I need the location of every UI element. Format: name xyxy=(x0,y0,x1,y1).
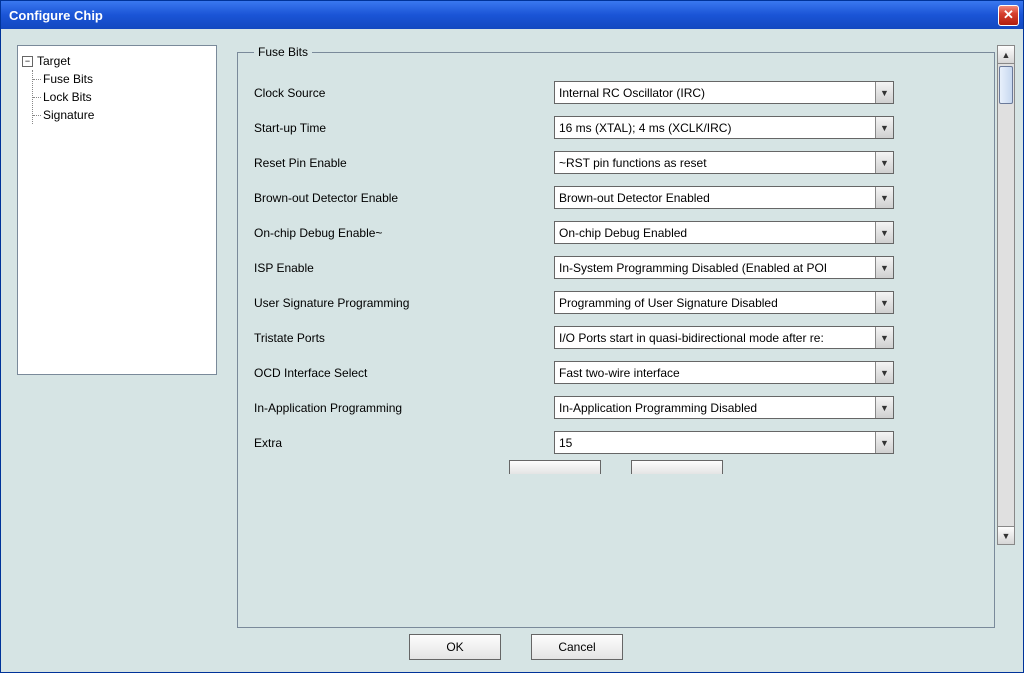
select-brownout[interactable]: Brown-out Detector Enabled ▼ xyxy=(554,186,894,209)
tree-item-fuse-bits[interactable]: Fuse Bits xyxy=(33,70,212,88)
scroll-thumb[interactable] xyxy=(999,66,1013,104)
select-clock-source[interactable]: Internal RC Oscillator (IRC) ▼ xyxy=(554,81,894,104)
tree-root[interactable]: − Target xyxy=(22,52,212,70)
label-onchip-debug: On-chip Debug Enable~ xyxy=(254,226,554,240)
chevron-down-icon: ▼ xyxy=(875,82,893,103)
select-value: In-System Programming Disabled (Enabled … xyxy=(559,261,827,275)
tree-item-signature[interactable]: Signature xyxy=(33,106,212,124)
scroll-down-button[interactable]: ▼ xyxy=(998,526,1014,544)
tree-item-lock-bits[interactable]: Lock Bits xyxy=(33,88,212,106)
select-value: ~RST pin functions as reset xyxy=(559,156,707,170)
ok-button[interactable]: OK xyxy=(409,634,501,660)
select-iap[interactable]: In-Application Programming Disabled ▼ xyxy=(554,396,894,419)
partial-button-row: . . xyxy=(254,460,978,474)
cancel-button[interactable]: Cancel xyxy=(531,634,623,660)
partial-button-2[interactable]: . xyxy=(631,460,723,474)
label-iap: In-Application Programming xyxy=(254,401,554,415)
row-extra: Extra 15 ▼ xyxy=(254,431,978,454)
close-button[interactable]: ✕ xyxy=(998,5,1019,26)
row-onchip-debug: On-chip Debug Enable~ On-chip Debug Enab… xyxy=(254,221,978,244)
label-isp-enable: ISP Enable xyxy=(254,261,554,275)
dialog-buttons: OK Cancel xyxy=(17,628,1015,664)
nav-tree[interactable]: − Target Fuse Bits Lock Bits Signature xyxy=(17,45,217,375)
chevron-down-icon: ▼ xyxy=(875,432,893,453)
chevron-down-icon: ▼ xyxy=(875,257,893,278)
partial-button-1[interactable]: . xyxy=(509,460,601,474)
fuse-bits-fieldset: Fuse Bits Clock Source Internal RC Oscil… xyxy=(237,45,995,628)
chevron-down-icon: ▼ xyxy=(875,117,893,138)
select-onchip-debug[interactable]: On-chip Debug Enabled ▼ xyxy=(554,221,894,244)
tree-root-label: Target xyxy=(37,54,70,68)
row-iap: In-Application Programming In-Applicatio… xyxy=(254,396,978,419)
label-extra: Extra xyxy=(254,436,554,450)
window-title: Configure Chip xyxy=(9,8,103,23)
window: Configure Chip ✕ − Target Fuse Bits Lock… xyxy=(0,0,1024,673)
chevron-down-icon: ▼ xyxy=(1002,531,1011,541)
label-user-sig: User Signature Programming xyxy=(254,296,554,310)
row-clock-source: Clock Source Internal RC Oscillator (IRC… xyxy=(254,81,978,104)
label-ocd-interface: OCD Interface Select xyxy=(254,366,554,380)
label-tristate: Tristate Ports xyxy=(254,331,554,345)
chevron-down-icon: ▼ xyxy=(875,327,893,348)
fieldset-legend: Fuse Bits xyxy=(254,45,312,59)
row-isp-enable: ISP Enable In-System Programming Disable… xyxy=(254,256,978,279)
label-brownout: Brown-out Detector Enable xyxy=(254,191,554,205)
row-startup-time: Start-up Time 16 ms (XTAL); 4 ms (XCLK/I… xyxy=(254,116,978,139)
select-value: Programming of User Signature Disabled xyxy=(559,296,778,310)
client-area: − Target Fuse Bits Lock Bits Signature F… xyxy=(1,29,1023,672)
chevron-down-icon: ▼ xyxy=(875,187,893,208)
close-icon: ✕ xyxy=(1003,7,1014,23)
chevron-down-icon: ▼ xyxy=(875,362,893,383)
row-reset-pin: Reset Pin Enable ~RST pin functions as r… xyxy=(254,151,978,174)
tree-children: Fuse Bits Lock Bits Signature xyxy=(32,70,212,124)
select-extra[interactable]: 15 ▼ xyxy=(554,431,894,454)
row-user-sig: User Signature Programming Programming o… xyxy=(254,291,978,314)
row-brownout: Brown-out Detector Enable Brown-out Dete… xyxy=(254,186,978,209)
select-user-sig[interactable]: Programming of User Signature Disabled ▼ xyxy=(554,291,894,314)
select-value: I/O Ports start in quasi-bidirectional m… xyxy=(559,331,824,345)
select-value: Brown-out Detector Enabled xyxy=(559,191,710,205)
chevron-up-icon: ▲ xyxy=(1002,50,1011,60)
chevron-down-icon: ▼ xyxy=(875,397,893,418)
vertical-scrollbar[interactable]: ▲ ▼ xyxy=(997,45,1015,545)
tree-toggle[interactable]: − xyxy=(22,56,33,67)
select-reset-pin[interactable]: ~RST pin functions as reset ▼ xyxy=(554,151,894,174)
select-startup-time[interactable]: 16 ms (XTAL); 4 ms (XCLK/IRC) ▼ xyxy=(554,116,894,139)
select-isp-enable[interactable]: In-System Programming Disabled (Enabled … xyxy=(554,256,894,279)
chevron-down-icon: ▼ xyxy=(875,152,893,173)
top-area: − Target Fuse Bits Lock Bits Signature F… xyxy=(17,45,1015,628)
label-startup-time: Start-up Time xyxy=(254,121,554,135)
scroll-track[interactable] xyxy=(998,64,1014,526)
select-ocd-interface[interactable]: Fast two-wire interface ▼ xyxy=(554,361,894,384)
minus-icon: − xyxy=(25,57,30,66)
select-value: 16 ms (XTAL); 4 ms (XCLK/IRC) xyxy=(559,121,731,135)
scroll-up-button[interactable]: ▲ xyxy=(998,46,1014,64)
select-value: 15 xyxy=(559,436,572,450)
select-tristate[interactable]: I/O Ports start in quasi-bidirectional m… xyxy=(554,326,894,349)
row-ocd-interface: OCD Interface Select Fast two-wire inter… xyxy=(254,361,978,384)
row-tristate: Tristate Ports I/O Ports start in quasi-… xyxy=(254,326,978,349)
label-reset-pin: Reset Pin Enable xyxy=(254,156,554,170)
chevron-down-icon: ▼ xyxy=(875,292,893,313)
select-value: On-chip Debug Enabled xyxy=(559,226,687,240)
select-value: Internal RC Oscillator (IRC) xyxy=(559,86,705,100)
select-value: Fast two-wire interface xyxy=(559,366,680,380)
titlebar: Configure Chip ✕ xyxy=(1,1,1023,29)
label-clock-source: Clock Source xyxy=(254,86,554,100)
chevron-down-icon: ▼ xyxy=(875,222,893,243)
select-value: In-Application Programming Disabled xyxy=(559,401,757,415)
settings-panel: Fuse Bits Clock Source Internal RC Oscil… xyxy=(237,45,1015,628)
